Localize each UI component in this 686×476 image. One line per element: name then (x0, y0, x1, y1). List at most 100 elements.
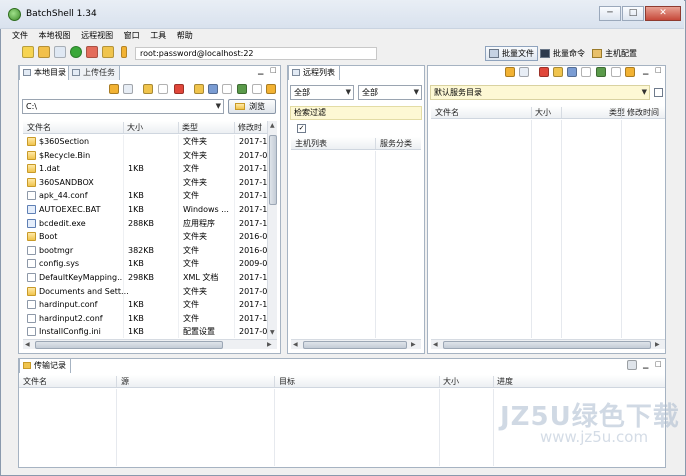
scroll-right-icon[interactable]: ▶ (267, 341, 272, 348)
table-row[interactable]: $Recycle.Bin 文件夹 2017-0 (23, 149, 267, 163)
table-row[interactable]: hardinput.conf 1KB 文件 2017-1 (23, 298, 267, 312)
properties-icon[interactable] (252, 84, 262, 94)
search-filter-field[interactable]: 检索过滤 (290, 106, 422, 120)
table-row[interactable]: 1.dat 1KB 文件 2017-1 (23, 162, 267, 176)
view-details-icon[interactable] (596, 67, 606, 77)
view-icons-icon[interactable] (567, 67, 577, 77)
help-icon[interactable] (121, 46, 127, 58)
open-folder-icon[interactable] (143, 84, 153, 94)
refresh-icon[interactable] (625, 67, 635, 77)
col-modified[interactable]: 修改时间 (627, 107, 659, 118)
table-row[interactable]: hardinput2.conf 1KB 文件 2017-1 (23, 312, 267, 326)
remote-hscroll[interactable]: ◀ ▶ (431, 339, 665, 349)
local-vscroll[interactable]: ▲ ▼ (267, 121, 277, 339)
col-filename[interactable]: 文件名 (27, 122, 51, 133)
hscroll-thumb[interactable] (35, 341, 223, 349)
maximize-button[interactable]: □ (622, 6, 644, 21)
close-button[interactable]: ✕ (645, 6, 681, 21)
col-service-category[interactable]: 服务分类 (380, 138, 412, 149)
table-row[interactable]: config.sys 1KB 文件 2009-0 (23, 257, 267, 271)
local-path-select[interactable]: C:\ ▼ (22, 99, 224, 114)
col-size[interactable]: 大小 (127, 122, 143, 133)
batch-command-button[interactable]: 批量命令 (536, 46, 589, 61)
menu-window[interactable]: 窗口 (124, 29, 140, 43)
col-type[interactable]: 类型 (609, 107, 625, 118)
scroll-left-icon[interactable]: ◀ (433, 341, 438, 348)
hscroll-thumb[interactable] (443, 341, 651, 349)
new-folder-icon[interactable] (158, 84, 168, 94)
delete-icon[interactable] (174, 84, 184, 94)
menu-local-view[interactable]: 本地视图 (39, 29, 71, 43)
clear-log-icon[interactable] (627, 360, 637, 370)
col-source[interactable]: 源 (121, 376, 129, 387)
table-row[interactable]: $360Section 文件夹 2017-1 (23, 135, 267, 149)
remote-dir-select[interactable]: 默认服务目录 ▼ (430, 85, 650, 100)
table-row[interactable]: Documents and Sett... 文件夹 2017-0 (23, 285, 267, 299)
table-row[interactable]: bcdedit.exe 288KB 应用程序 2017-1 (23, 217, 267, 231)
minimize-button[interactable]: ─ (599, 6, 621, 21)
filter-select-1[interactable]: 全部 ▼ (290, 85, 354, 100)
table-row[interactable]: 360SANDBOX 文件夹 2017-1 (23, 176, 267, 190)
col-progress[interactable]: 进度 (497, 376, 513, 387)
batch-file-button[interactable]: 批量文件 (485, 46, 538, 61)
filter-select-2[interactable]: 全部 ▼ (358, 85, 422, 100)
tab-local-directory[interactable]: 本地目录 (19, 65, 71, 80)
upload-icon[interactable] (194, 84, 204, 94)
connection-field[interactable]: root:password@localhost:22 (135, 47, 377, 60)
scroll-left-icon[interactable]: ◀ (25, 341, 30, 348)
refresh-icon[interactable] (266, 84, 276, 94)
delete-icon[interactable] (539, 67, 549, 77)
scroll-left-icon[interactable]: ◀ (293, 341, 298, 348)
col-filename[interactable]: 文件名 (23, 376, 47, 387)
home-icon[interactable] (123, 84, 133, 94)
view-list-icon[interactable] (222, 84, 232, 94)
table-row[interactable]: bootmgr 382KB 文件 2016-0 (23, 244, 267, 258)
scroll-down-icon[interactable]: ▼ (270, 329, 275, 336)
lock-icon[interactable] (102, 46, 114, 58)
tab-transfer-log[interactable]: 传输记录 (19, 358, 71, 373)
col-host-list[interactable]: 主机列表 (295, 138, 327, 149)
panel-minimize-icon[interactable]: ▁ (643, 67, 648, 75)
back-icon[interactable] (109, 84, 119, 94)
col-size[interactable]: 大小 (535, 107, 551, 118)
host-config-button[interactable]: 主机配置 (588, 46, 641, 61)
col-size[interactable]: 大小 (443, 376, 459, 387)
local-hscroll[interactable]: ◀ ▶ (23, 339, 277, 349)
panel-maximize-icon[interactable]: □ (655, 66, 662, 74)
menu-remote-view[interactable]: 远程视图 (81, 29, 113, 43)
scroll-right-icon[interactable]: ▶ (411, 341, 416, 348)
scroll-thumb[interactable] (269, 135, 277, 205)
table-row[interactable]: DefaultKeyMapping... 298KB XML 文档 2017-1 (23, 271, 267, 285)
view-list-icon[interactable] (581, 67, 591, 77)
menu-tools[interactable]: 工具 (150, 29, 166, 43)
col-target[interactable]: 目标 (279, 376, 295, 387)
browse-button[interactable]: 浏览 (228, 99, 276, 114)
col-modified[interactable]: 修改时 (238, 122, 262, 133)
panel-maximize-icon[interactable]: □ (270, 66, 277, 74)
col-type[interactable]: 类型 (182, 122, 198, 133)
window-icon[interactable] (54, 46, 66, 58)
tab-remote-list[interactable]: 远程列表 (288, 65, 340, 80)
connect-icon[interactable] (70, 46, 82, 58)
back-icon[interactable] (505, 67, 515, 77)
table-row[interactable]: Boot 文件夹 2016-0 (23, 230, 267, 244)
table-row[interactable]: apk_44.conf 1KB 文件 2017-1 (23, 189, 267, 203)
panel-minimize-icon[interactable]: ▁ (258, 67, 263, 75)
view-icons-icon[interactable] (208, 84, 218, 94)
menu-help[interactable]: 帮助 (177, 29, 193, 43)
table-row[interactable]: InstallConfig.ini 1KB 配置设置 2017-0 (23, 325, 267, 338)
col-filename[interactable]: 文件名 (435, 107, 459, 118)
home-icon[interactable] (519, 67, 529, 77)
remote-dir-checkbox[interactable] (654, 88, 663, 97)
filter-checkbox[interactable]: ✓ (297, 124, 306, 133)
panel-minimize-icon[interactable]: ▁ (643, 361, 648, 369)
scroll-up-icon[interactable]: ▲ (270, 122, 275, 129)
table-row[interactable]: AUTOEXEC.BAT 1KB Windows ... 2017-1 (23, 203, 267, 217)
open-folder-icon[interactable] (38, 46, 50, 58)
users-icon[interactable] (86, 46, 98, 58)
hscroll-thumb[interactable] (303, 341, 407, 349)
menu-file[interactable]: 文件 (12, 29, 28, 43)
download-icon[interactable] (553, 67, 563, 77)
tab-upload-tasks[interactable]: 上传任务 (68, 65, 120, 80)
panel-maximize-icon[interactable]: □ (655, 360, 662, 368)
